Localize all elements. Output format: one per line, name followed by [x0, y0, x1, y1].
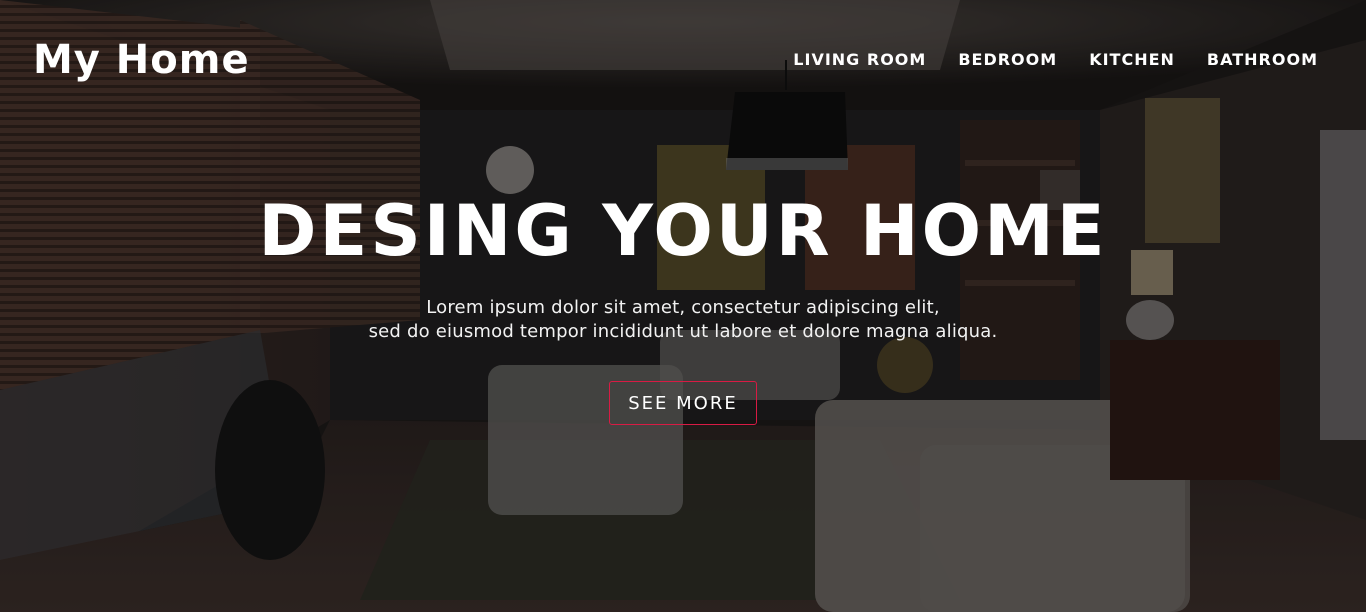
- hero-subtitle: Lorem ipsum dolor sit amet, consectetur …: [0, 296, 1366, 344]
- hero-section: My Home LIVING ROOM BEDROOM KITCHEN BATH…: [0, 0, 1366, 612]
- hero-subtitle-line-1: Lorem ipsum dolor sit amet, consectetur …: [426, 297, 940, 318]
- hero-subtitle-line-2: sed do eiusmod tempor incididunt ut labo…: [368, 321, 998, 342]
- nav-link-bedroom[interactable]: BEDROOM: [958, 48, 1057, 72]
- main-nav: LIVING ROOM BEDROOM KITCHEN BATHROOM: [793, 48, 1318, 72]
- nav-link-kitchen[interactable]: KITCHEN: [1089, 48, 1175, 72]
- site-logo[interactable]: My Home: [33, 34, 250, 86]
- hero-title: DESING YOUR HOME: [258, 190, 1108, 272]
- nav-link-living-room[interactable]: LIVING ROOM: [793, 48, 926, 72]
- see-more-button[interactable]: SEE MORE: [609, 381, 757, 425]
- nav-link-bathroom[interactable]: BATHROOM: [1207, 48, 1318, 72]
